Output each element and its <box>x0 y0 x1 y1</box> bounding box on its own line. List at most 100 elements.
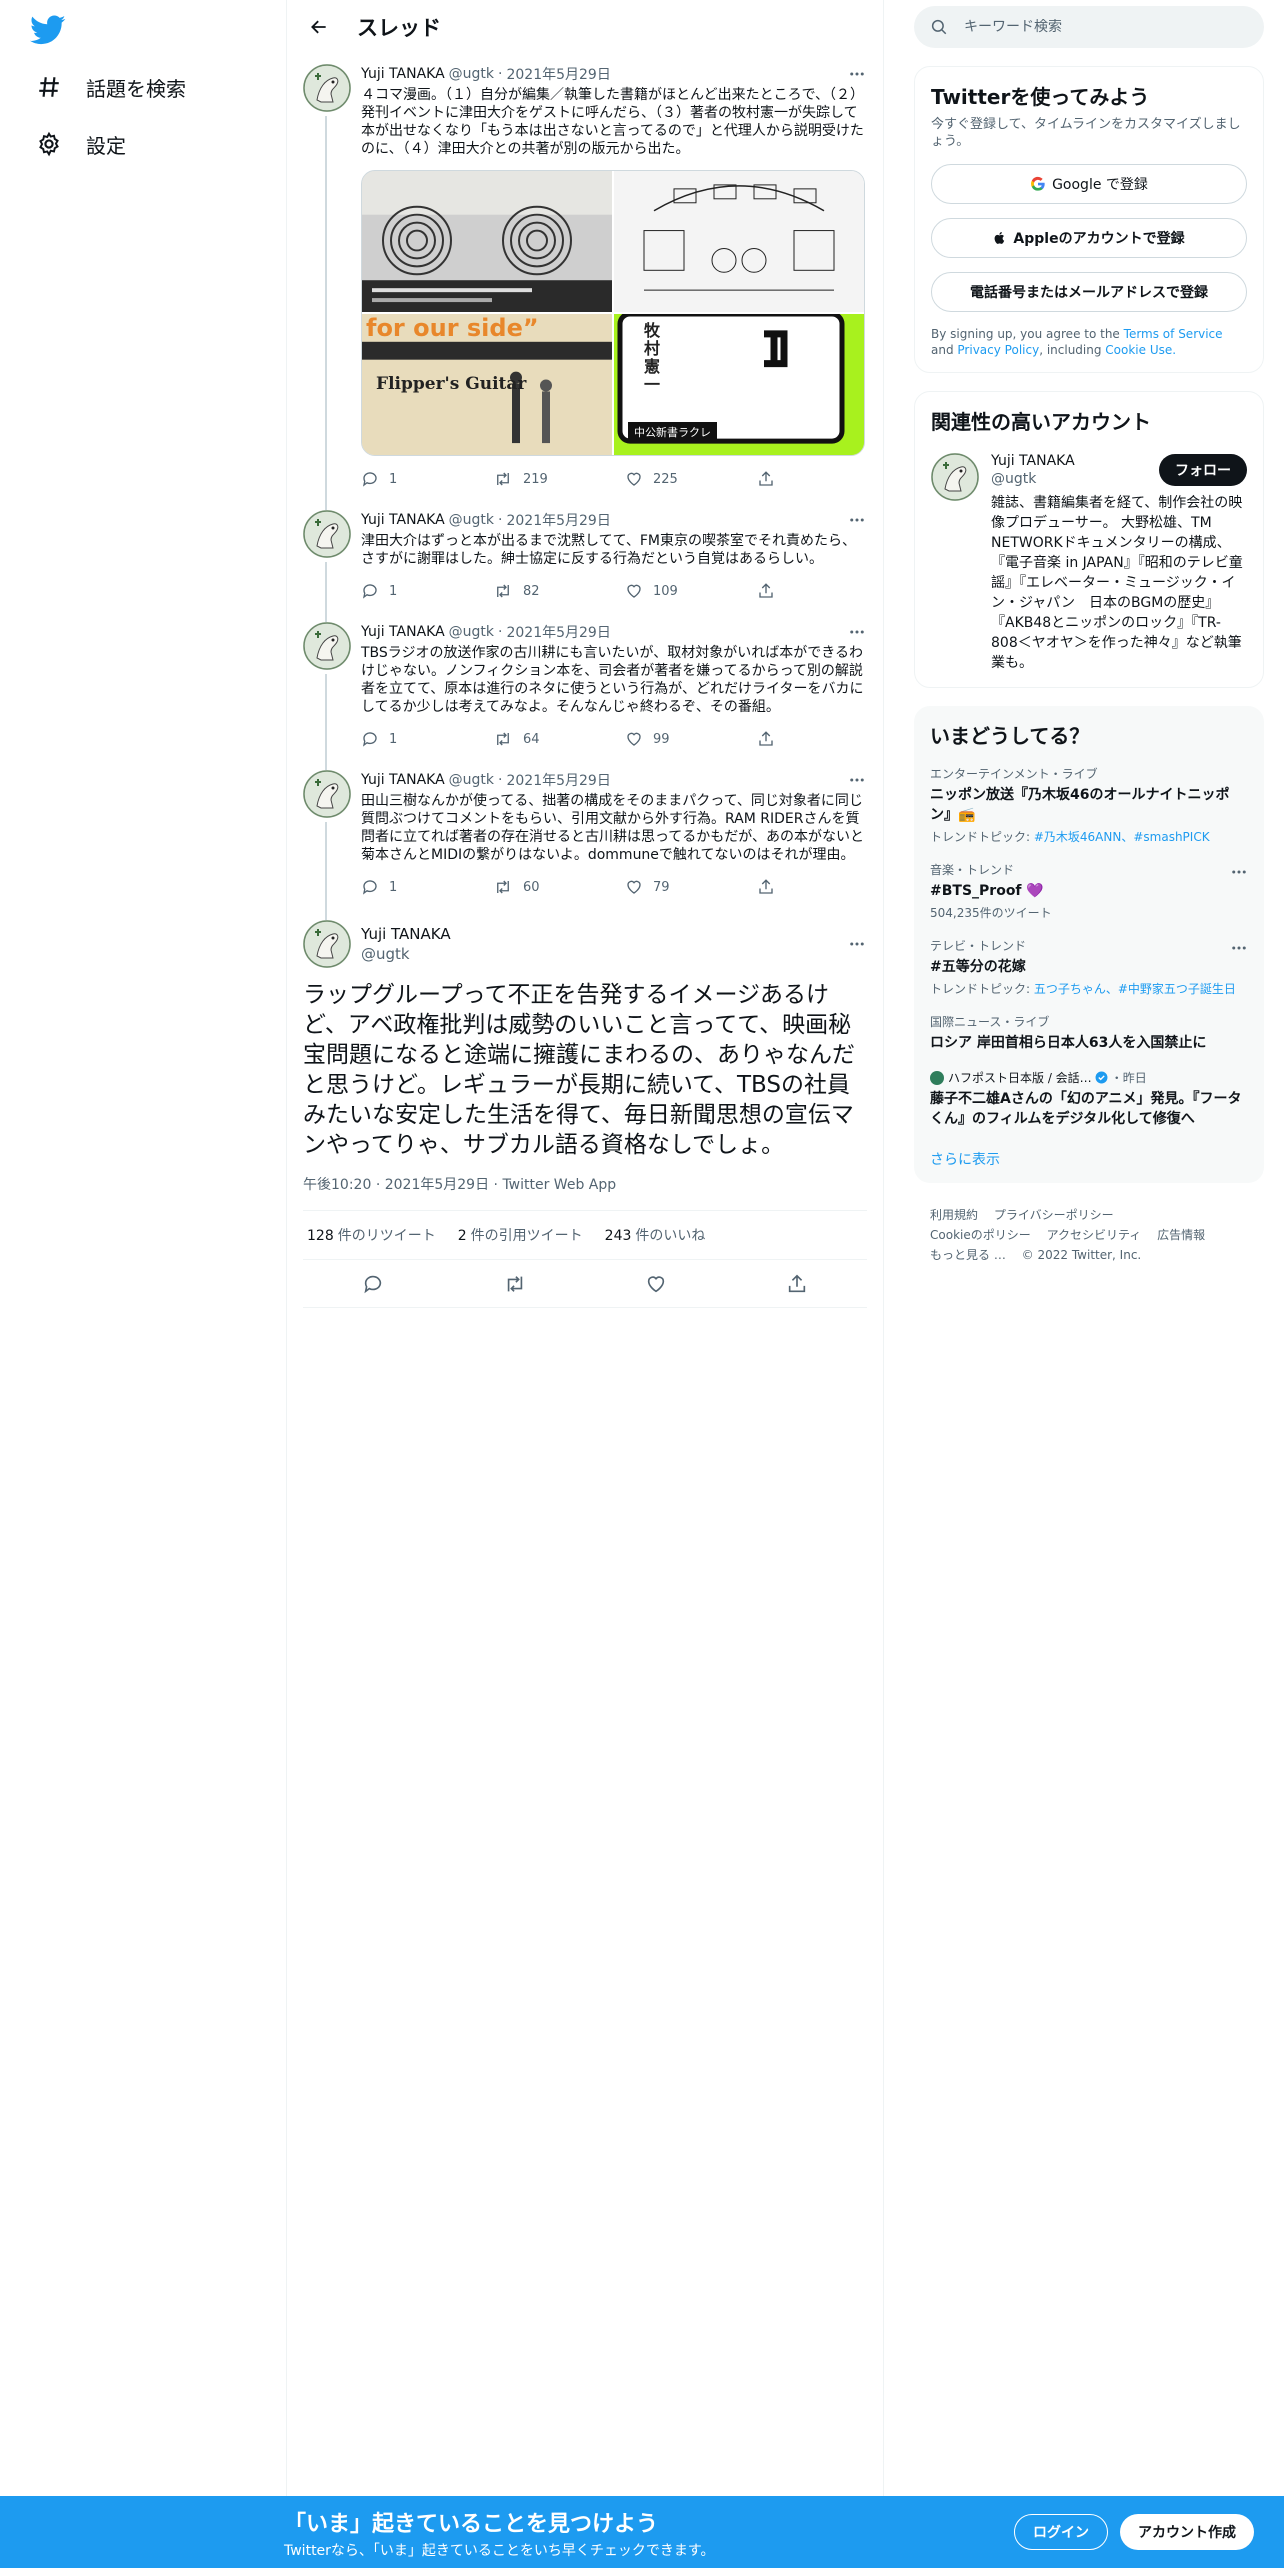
retweets-stat[interactable]: 128 件のリツイート <box>307 1225 436 1245</box>
search-input[interactable] <box>964 19 1224 35</box>
author-handle[interactable]: @ugtk <box>449 66 494 82</box>
quotes-stat[interactable]: 2 件の引用ツイート <box>458 1225 583 1245</box>
reply-button[interactable]: 1 <box>361 470 493 488</box>
more-icon[interactable] <box>847 64 867 84</box>
avatar[interactable] <box>303 770 351 818</box>
search-box[interactable] <box>914 6 1264 48</box>
signup-title: Twitterを使ってみよう <box>931 85 1150 109</box>
media-image-1[interactable] <box>362 171 612 312</box>
author-name[interactable]: Yuji TANAKA <box>361 512 445 528</box>
footer-more-link[interactable]: もっと見る … <box>930 1248 1006 1262</box>
retweet-button[interactable]: 219 <box>493 470 625 488</box>
author-handle[interactable]: @ugtk <box>449 512 494 528</box>
avatar[interactable] <box>303 510 351 558</box>
avatar[interactable] <box>303 920 351 968</box>
tweet-text: ４コマ漫画。（１）自分が編集／執筆した書籍がほとんど出来たところで、（２）発刊イ… <box>361 87 865 157</box>
avatar[interactable] <box>303 622 351 670</box>
footer-cookie-link[interactable]: Cookieのポリシー <box>930 1228 1031 1242</box>
tweet-2[interactable]: Yuji TANAKA @ugtk · 2021年5月29日 津田大介はずっと本… <box>287 500 883 624</box>
news-item[interactable]: ハフポスト日本版 / 会話… ・昨日 藤子不二雄Aさんの「幻のアニメ」発見。『フ… <box>930 1069 1248 1129</box>
author-handle[interactable]: @ugtk <box>449 772 494 788</box>
reply-button[interactable]: 1 <box>361 582 493 600</box>
nav-explore[interactable]: 話題を検索 <box>20 59 202 115</box>
share-icon[interactable] <box>786 1273 808 1295</box>
author-name[interactable]: Yuji TANAKA <box>361 624 445 640</box>
author-name[interactable]: Yuji TANAKA <box>361 772 445 788</box>
phone-email-signup-button[interactable]: 電話番号またはメールアドレスで登録 <box>931 272 1247 312</box>
terms-link[interactable]: Terms of Service <box>1124 327 1223 341</box>
avatar[interactable] <box>931 453 979 501</box>
tweet-date[interactable]: 2021年5月29日 <box>506 622 610 642</box>
more-icon[interactable] <box>1230 939 1248 961</box>
related-account[interactable]: Yuji TANAKA @ugtk フォロー 雑誌、書籍編集者を経て、制作会社の… <box>931 453 1247 673</box>
reply-button[interactable]: 1 <box>361 878 493 896</box>
like-button[interactable]: 225 <box>625 470 757 488</box>
twitter-logo-icon[interactable] <box>30 12 66 48</box>
share-button[interactable] <box>757 730 785 748</box>
like-button[interactable]: 79 <box>625 878 757 896</box>
apple-signup-button[interactable]: Appleのアカウントで登録 <box>931 218 1247 258</box>
author-handle[interactable]: @ugtk <box>449 624 494 640</box>
more-icon[interactable] <box>847 934 867 954</box>
reply-button[interactable]: 1 <box>361 730 493 748</box>
likes-stat[interactable]: 243 件のいいね <box>605 1225 706 1245</box>
heart-icon[interactable] <box>645 1273 667 1295</box>
author-name[interactable]: Yuji TANAKA <box>361 925 451 943</box>
signup-banner: 「いま」起きていることを見つけよう Twitterなら、「いま」起きていることを… <box>0 2496 1284 2568</box>
tweet-time[interactable]: 午後10:20 <box>303 1177 371 1193</box>
more-icon[interactable] <box>847 510 867 530</box>
heart-icon <box>627 880 641 894</box>
create-account-button[interactable]: アカウント作成 <box>1120 2514 1254 2550</box>
google-signup-button[interactable]: Google で登録 <box>931 164 1247 204</box>
cookie-link[interactable]: Cookie Use. <box>1105 343 1176 357</box>
tweet-media-grid[interactable]: for our side” Flipper's Guitar 牧村憲一 中公新書… <box>361 170 865 456</box>
retweet-button[interactable]: 60 <box>493 878 625 896</box>
share-button[interactable] <box>757 582 785 600</box>
privacy-link[interactable]: Privacy Policy <box>957 343 1039 357</box>
like-button[interactable]: 99 <box>625 730 757 748</box>
more-icon[interactable] <box>847 622 867 642</box>
reply-icon[interactable] <box>362 1273 384 1295</box>
follow-button[interactable]: フォロー <box>1159 454 1247 486</box>
trend-item[interactable]: 国際ニュース・ライブ ロシア 岸田首相ら日本人63人を入国禁止に <box>930 1013 1248 1053</box>
nav-settings[interactable]: 設定 <box>20 116 142 172</box>
trend-item[interactable]: テレビ・トレンド #五等分の花嫁 トレンドトピック: 五つ子ちゃん、#中野家五つ… <box>930 937 1248 997</box>
show-more-link[interactable]: さらに表示 <box>930 1149 1248 1169</box>
tweet-1[interactable]: Yuji TANAKA @ugtk · 2021年5月29日 ４コマ漫画。（１）… <box>287 54 883 512</box>
more-icon[interactable] <box>1230 863 1248 885</box>
author-name[interactable]: Yuji TANAKA <box>361 66 445 82</box>
share-button[interactable] <box>757 470 785 488</box>
media-image-3[interactable]: for our side” Flipper's Guitar <box>362 314 612 455</box>
tweet-3[interactable]: Yuji TANAKA @ugtk · 2021年5月29日 TBSラジオの放送… <box>287 612 883 772</box>
trend-item[interactable]: 音楽・トレンド #BTS_Proof 💜 504,235件のツイート <box>930 861 1248 921</box>
tweet-date[interactable]: 2021年5月29日 <box>506 770 610 790</box>
like-button[interactable]: 109 <box>625 582 757 600</box>
trend-item[interactable]: エンターテインメント・ライブ ニッポン放送『乃木坂46のオールナイトニッポン』📻… <box>930 765 1248 845</box>
share-icon <box>759 583 773 598</box>
footer-terms-link[interactable]: 利用規約 <box>930 1208 978 1222</box>
author-handle[interactable]: @ugtk <box>361 945 451 963</box>
footer-privacy-link[interactable]: プライバシーポリシー <box>994 1208 1114 1222</box>
back-button[interactable] <box>301 9 337 45</box>
footer-ads-link[interactable]: 広告情報 <box>1157 1228 1205 1242</box>
media-image-2[interactable] <box>614 171 864 312</box>
account-name[interactable]: Yuji TANAKA <box>991 453 1075 469</box>
banner-subtext: Twitterなら、「いま」起きていることをいち早くチェックできます。 <box>284 2543 715 2559</box>
retweet-icon[interactable] <box>503 1273 527 1295</box>
tweet-full-date[interactable]: 2021年5月29日 <box>385 1177 489 1193</box>
tweet-actions: 1 60 79 <box>361 870 867 908</box>
footer-accessibility-link[interactable]: アクセシビリティ <box>1047 1228 1142 1242</box>
tweet-date[interactable]: 2021年5月29日 <box>506 64 610 84</box>
retweet-button[interactable]: 82 <box>493 582 625 600</box>
tweet-4[interactable]: Yuji TANAKA @ugtk · 2021年5月29日 田山三樹なんかが使… <box>287 760 883 920</box>
tweet-date[interactable]: 2021年5月29日 <box>506 510 610 530</box>
media-4-author: 牧村憲一 <box>644 321 661 394</box>
account-handle[interactable]: @ugtk <box>991 471 1075 487</box>
retweet-button[interactable]: 64 <box>493 730 625 748</box>
avatar[interactable] <box>303 64 351 112</box>
share-button[interactable] <box>757 878 785 896</box>
login-button[interactable]: ログイン <box>1014 2514 1108 2550</box>
related-title: 関連性の高いアカウント <box>931 410 1151 434</box>
media-image-4[interactable]: 牧村憲一 中公新書ラクレ <box>614 314 864 455</box>
more-icon[interactable] <box>847 770 867 790</box>
